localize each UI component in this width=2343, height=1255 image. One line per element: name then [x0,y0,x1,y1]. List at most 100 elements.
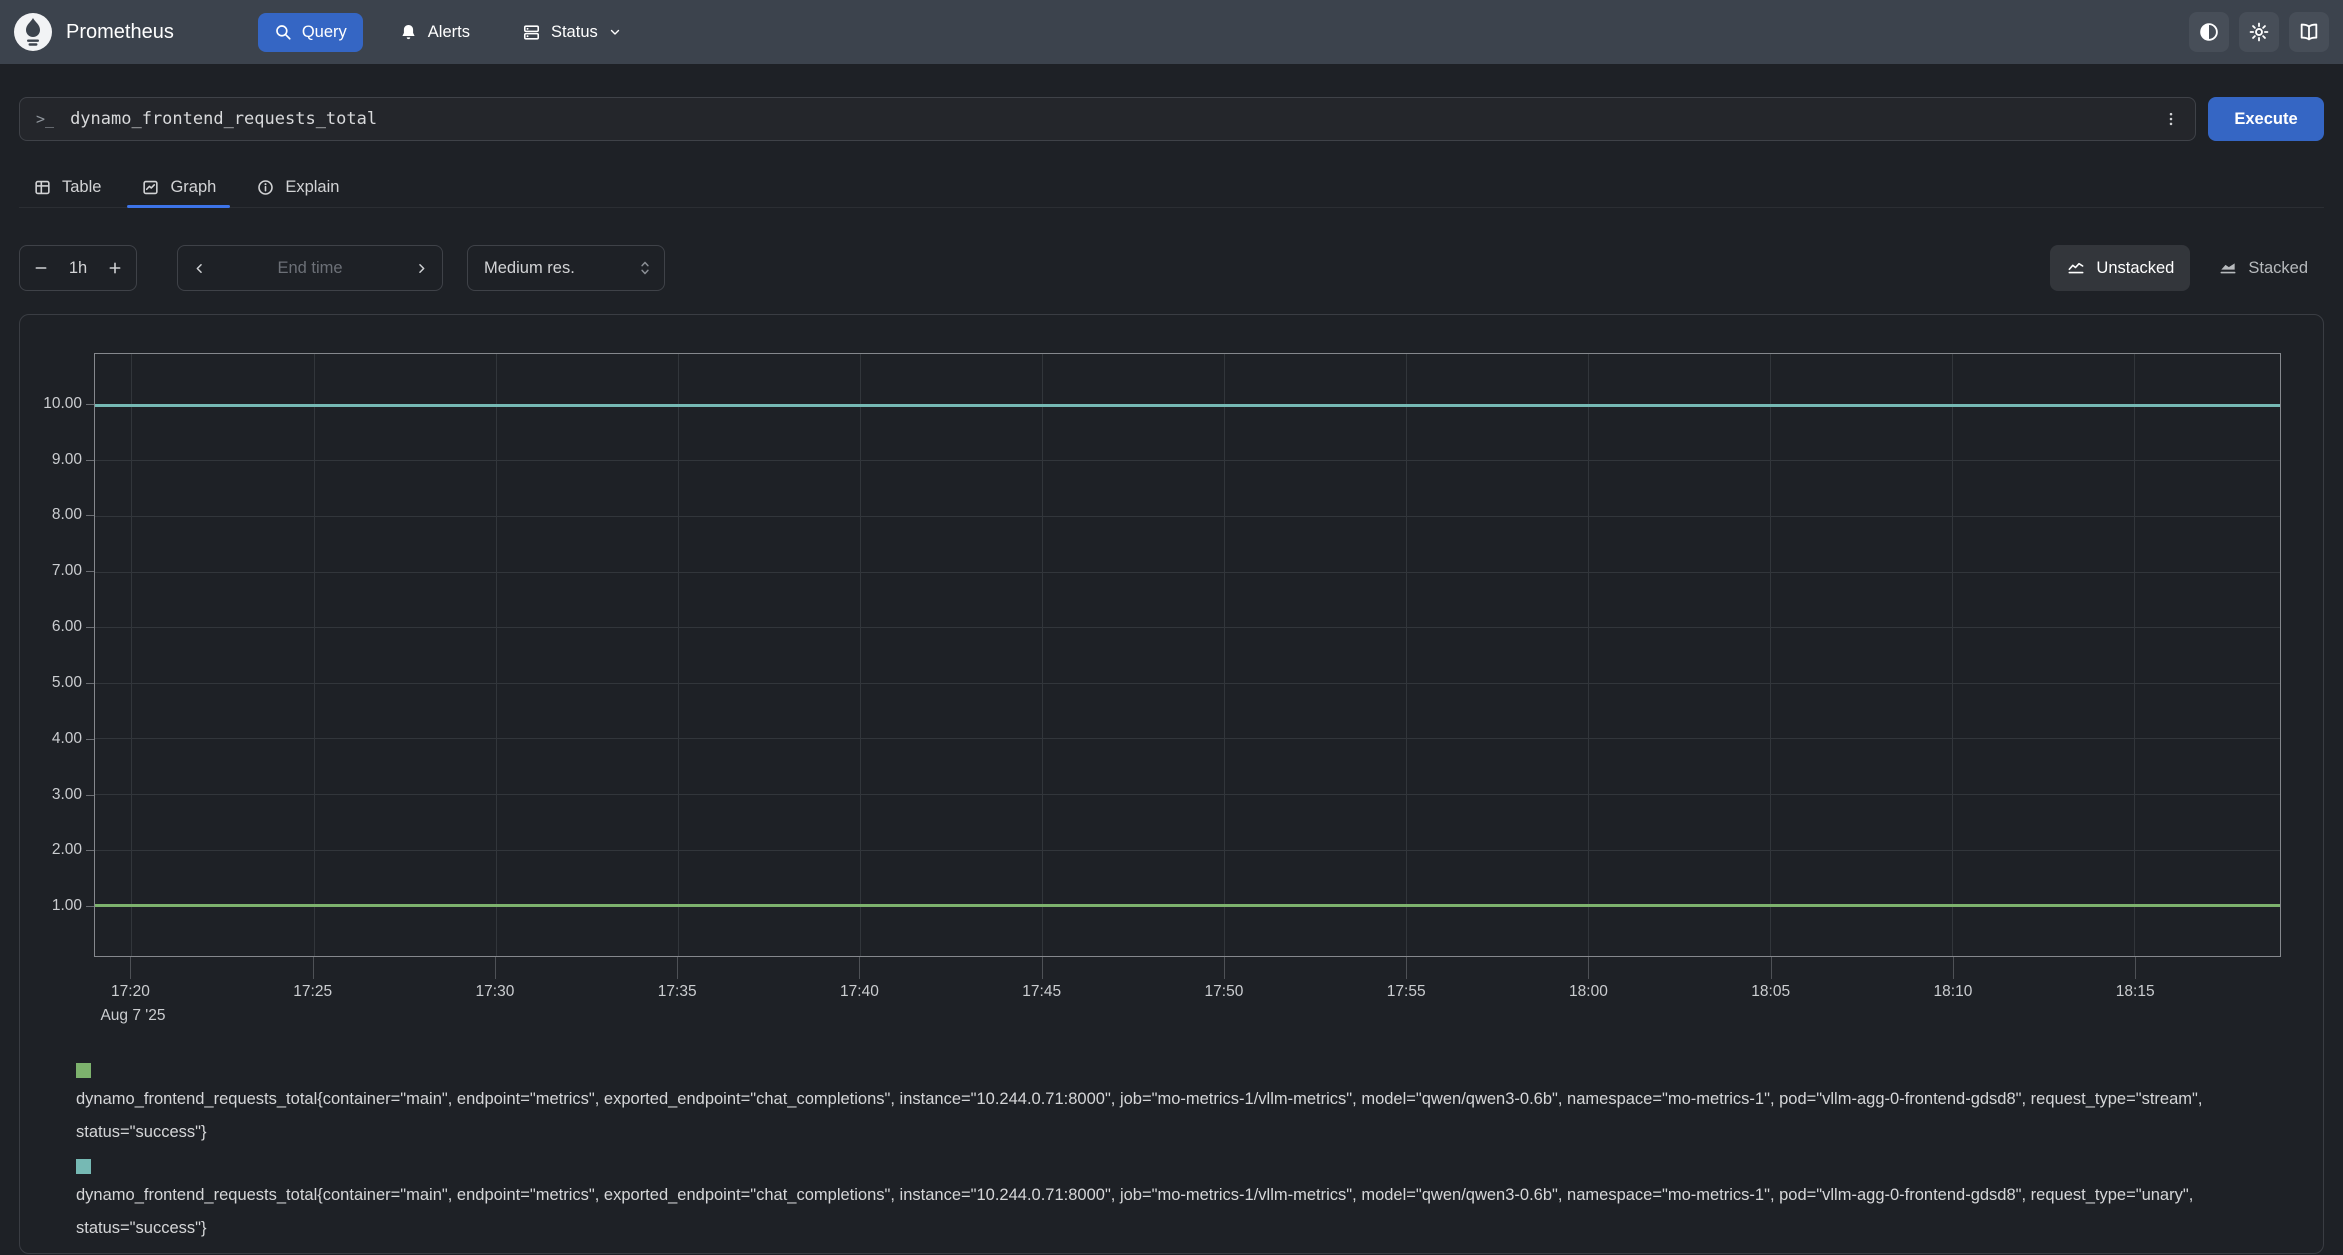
server-icon [522,23,541,42]
legend-item[interactable]: dynamo_frontend_requests_total{container… [76,1159,2283,1245]
info-icon [256,178,275,197]
nav-actions [2189,12,2329,52]
y-axis-label: 5.00 [52,674,82,692]
y-axis-label: 1.00 [52,897,82,915]
series-line [95,904,2280,907]
y-axis-tick [86,460,94,461]
tab-graph[interactable]: Graph [127,167,230,207]
y-axis-tick [86,683,94,684]
range-increase-button[interactable] [98,251,132,285]
grid-line-vertical [314,354,315,956]
tab-table-label: Table [62,178,101,197]
chevron-down-icon [608,25,622,39]
line-chart-icon [2066,258,2086,278]
area-chart-icon [2218,258,2238,278]
tab-explain-label: Explain [285,178,339,197]
search-icon [274,23,292,41]
y-axis-ticks [86,353,94,957]
plot-area[interactable] [94,353,2281,957]
nav-query-label: Query [302,23,347,42]
y-axis-label: 9.00 [52,451,82,469]
x-axis-label: 17:35 [658,983,697,1001]
nav-alerts-label: Alerts [428,23,470,42]
x-axis-tick [859,957,860,979]
query-row: >_ dynamo_frontend_requests_total Execut… [19,97,2324,141]
main-content: >_ dynamo_frontend_requests_total Execut… [0,97,2343,1254]
x-axis-label: 17:50 [1205,983,1244,1001]
x-axis-label: 17:40 [840,983,879,1001]
contrast-icon [2198,21,2220,43]
y-axis-label: 4.00 [52,730,82,748]
legend: dynamo_frontend_requests_total{container… [76,1063,2283,1255]
y-axis-tick [86,627,94,628]
unstacked-label: Unstacked [2096,259,2174,278]
x-axis-tick [1042,957,1043,979]
expression-text[interactable]: dynamo_frontend_requests_total [70,109,2153,129]
stacked-button[interactable]: Stacked [2202,245,2324,291]
execute-button[interactable]: Execute [2208,97,2324,141]
navbar: Prometheus Query Alerts [0,0,2343,64]
y-axis-tick [86,571,94,572]
grid-line-vertical [1588,354,1589,956]
nav-alerts-button[interactable]: Alerts [383,13,486,52]
end-time-input[interactable]: End time [277,259,342,278]
tab-graph-label: Graph [170,178,216,197]
nav-status-label: Status [551,23,598,42]
graph-icon [141,178,160,197]
table-icon [33,178,52,197]
brand-link[interactable]: Prometheus [14,13,174,51]
grid-line-vertical [131,354,132,956]
bell-icon [399,23,418,42]
y-axis-tick [86,739,94,740]
range-decrease-button[interactable] [24,251,58,285]
range-value[interactable]: 1h [69,259,87,278]
expression-input[interactable]: >_ dynamo_frontend_requests_total [19,97,2196,141]
grid-line-vertical [2134,354,2135,956]
y-axis-tick [86,795,94,796]
x-axis-tick [1406,957,1407,979]
query-options-menu-button[interactable] [2153,101,2189,137]
y-axis-tick [86,850,94,851]
y-axis-labels: 10.009.008.007.006.005.004.003.002.001.0… [20,353,82,957]
x-axis-tick [1953,957,1954,979]
y-axis-tick [86,515,94,516]
legend-item[interactable]: dynamo_frontend_requests_total{container… [76,1063,2283,1149]
x-axis-tick [677,957,678,979]
end-time-picker[interactable]: End time [177,245,443,291]
book-icon [2298,21,2320,43]
docs-button[interactable] [2289,12,2329,52]
prometheus-logo-icon [14,13,52,51]
legend-swatch [76,1159,91,1174]
nav-status-button[interactable]: Status [506,13,638,52]
x-axis-label: 17:45 [1022,983,1061,1001]
x-axis-tick [2135,957,2136,979]
select-chevrons-icon [638,259,652,277]
x-axis-label: 18:15 [2116,983,2155,1001]
x-axis-tick [495,957,496,979]
y-axis-label: 7.00 [52,562,82,580]
time-back-button[interactable] [182,251,216,285]
nav-query-button[interactable]: Query [258,13,363,52]
grid-line-vertical [496,354,497,956]
resolution-value: Medium res. [484,259,575,278]
x-axis-label: 17:25 [293,983,332,1001]
graph-controls: 1h End time Medium res. [19,245,2324,291]
settings-button[interactable] [2239,12,2279,52]
tab-explain[interactable]: Explain [242,167,353,207]
stacked-label: Stacked [2248,259,2308,278]
unstacked-button[interactable]: Unstacked [2050,245,2190,291]
grid-line-vertical [678,354,679,956]
y-axis-label: 10.00 [43,395,82,413]
x-axis-tick [1224,957,1225,979]
resolution-select[interactable]: Medium res. [467,245,665,291]
x-axis-tick [130,957,131,979]
grid-line-vertical [1770,354,1771,956]
theme-toggle-button[interactable] [2189,12,2229,52]
grid-line-vertical [860,354,861,956]
tab-table[interactable]: Table [19,167,115,207]
x-axis-tick [1771,957,1772,979]
series-line [95,404,2280,407]
x-axis: 17:2017:2517:3017:3517:4017:4517:5017:55… [94,957,2281,1057]
time-forward-button[interactable] [404,251,438,285]
y-axis-label: 8.00 [52,506,82,524]
